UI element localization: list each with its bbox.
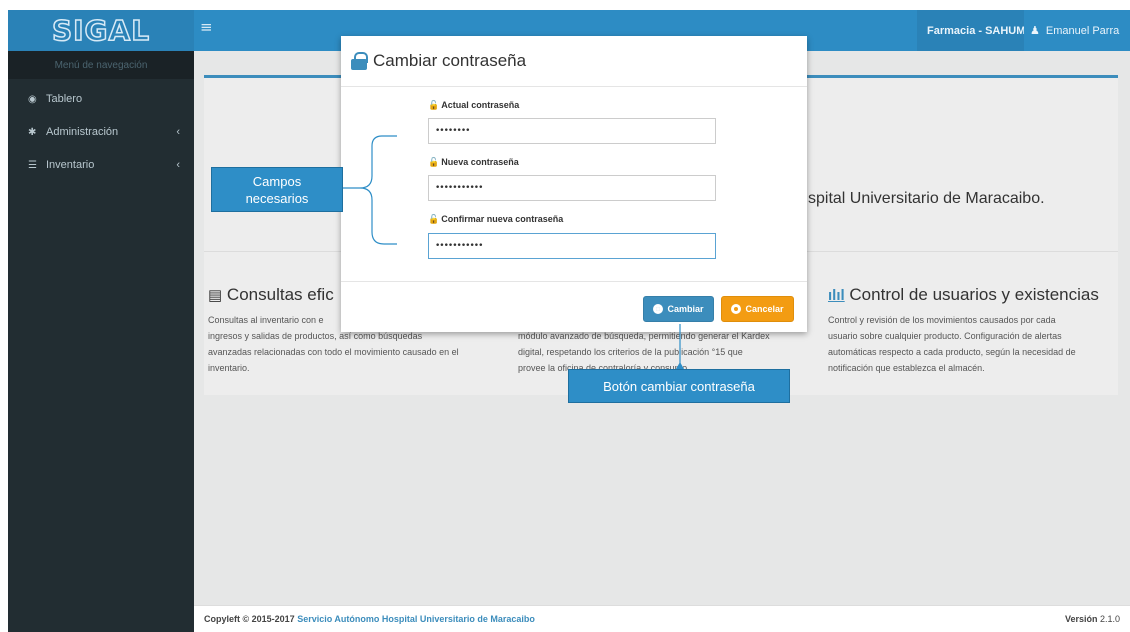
sidebar-item-administracion[interactable]: ✱ Administración ‹: [8, 117, 194, 147]
cancel-circle-icon: [731, 304, 742, 314]
copyleft-text: Copyleft © 2015-2017: [204, 614, 295, 624]
modal-footer-divider: [341, 281, 807, 282]
confirm-password-field[interactable]: •••••••••••: [428, 233, 716, 259]
server-icon: ▤: [208, 287, 223, 304]
pharmacy-label: Farmacia - SAHUM: [927, 24, 1026, 37]
lock-icon: 🔓: [428, 157, 440, 167]
feature-line: notificación que establezca el almacén.: [828, 363, 985, 373]
callout-line: Campos: [252, 173, 302, 189]
callout-line: necesarios: [245, 190, 309, 206]
feature-title-control: ılıl Control de usuarios y existencias: [828, 285, 1099, 305]
callout-boton-cambiar: Botón cambiar contraseña: [568, 369, 790, 403]
modal-header: Cambiar contraseña: [341, 36, 807, 87]
cambiar-button[interactable]: Cambiar: [643, 296, 714, 322]
feature-title-text: Consultas efic: [226, 285, 334, 304]
feature-line: usuario sobre cualquier producto. Config…: [828, 331, 1062, 341]
welcome-text: spital Universitario de Maracaibo.: [808, 190, 1045, 207]
org-link[interactable]: Servicio Autónomo Hospital Universitario…: [297, 614, 535, 624]
app-root: SIGAL ≡ Farmacia - SAHUM ♟ Emanuel Parra…: [0, 0, 1130, 632]
feature-line: digital, respetando los criterios de la …: [518, 347, 743, 357]
logo[interactable]: SIGAL: [8, 10, 194, 51]
version-number: 2.1.0: [1099, 614, 1120, 624]
bar-chart-icon: ılıl: [828, 287, 845, 304]
user-icon: ♟: [1030, 25, 1040, 37]
new-password-field[interactable]: •••••••••••: [428, 175, 716, 201]
hamburger-icon[interactable]: ≡: [200, 18, 213, 36]
field-label-text: Actual contraseña: [441, 100, 520, 110]
modal-title: Cambiar contraseña: [373, 51, 527, 70]
feature-text-control: Control y revisión de los movimientos ca…: [828, 312, 1118, 376]
feature-line: Control y revisión de los movimientos ca…: [828, 315, 1056, 325]
new-password-label: 🔓 Nueva contraseña: [428, 157, 519, 168]
feature-line: inventario.: [208, 363, 250, 373]
gear-icon: ✱: [28, 126, 37, 138]
sidebar-item-label: Inventario: [46, 159, 95, 171]
chevron-left-icon: ‹: [176, 126, 180, 138]
feature-line: avanzadas relacionadas con todo el movim…: [208, 347, 459, 357]
sidebar-item-tablero[interactable]: ◉ Tablero: [8, 84, 194, 114]
copyright: Copyleft © 2015-2017 Servicio Autónomo H…: [204, 614, 535, 624]
cancelar-button[interactable]: Cancelar: [721, 296, 794, 322]
feature-title-text: Control de usuarios y existencias: [849, 285, 1099, 304]
dashboard-icon: ◉: [28, 93, 37, 105]
field-label-text: Confirmar nueva contraseña: [441, 214, 564, 224]
list-icon: ☰: [28, 159, 37, 171]
callout-campos-necesarios: Campos necesarios: [211, 167, 343, 212]
logo-text: SIGAL: [51, 13, 151, 48]
confirm-password-label: 🔓 Confirmar nueva contraseña: [428, 214, 563, 225]
arrow-up-icon: [676, 362, 684, 369]
user-menu[interactable]: ♟ Emanuel Parra: [1024, 10, 1126, 51]
sidebar-item-label: Tablero: [46, 93, 83, 105]
cancelar-label: Cancelar: [745, 304, 784, 314]
chevron-left-icon: ‹: [176, 159, 180, 171]
check-circle-icon: [653, 304, 664, 314]
feature-line: automáticas respecto a cada producto, se…: [828, 347, 1076, 357]
lock-icon: 🔓: [428, 214, 440, 224]
version: Versión 2.1.0: [1065, 614, 1120, 624]
current-password-field[interactable]: ••••••••: [428, 118, 716, 144]
version-label: Versión: [1064, 614, 1098, 624]
sidebar-item-inventario[interactable]: ☰ Inventario ‹: [8, 150, 194, 180]
pharmacy-badge[interactable]: Farmacia - SAHUM: [917, 10, 1036, 51]
lock-icon: 🔓: [428, 100, 440, 110]
sidebar-header: Menú de navegación: [8, 51, 194, 79]
current-password-label: 🔓 Actual contraseña: [428, 100, 519, 111]
feature-title-consultas: ▤ Consultas efic: [208, 285, 334, 305]
footer: Copyleft © 2015-2017 Servicio Autónomo H…: [194, 605, 1130, 632]
user-name: Emanuel Parra: [1045, 24, 1120, 37]
lock-icon: [351, 52, 368, 70]
field-label-text: Nueva contraseña: [441, 157, 519, 167]
cambiar-label: Cambiar: [667, 304, 704, 314]
sidebar-item-label: Administración: [46, 126, 119, 138]
